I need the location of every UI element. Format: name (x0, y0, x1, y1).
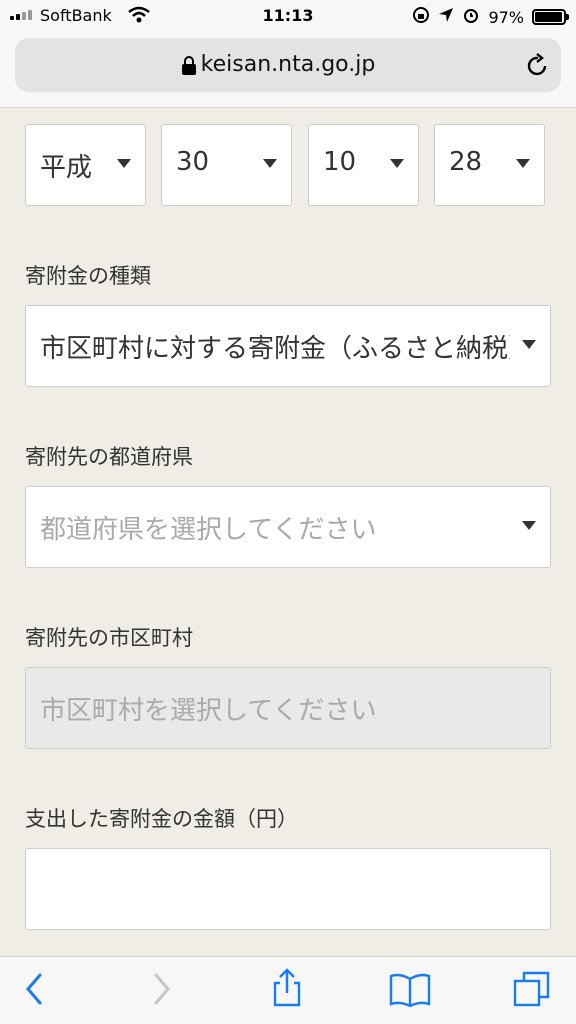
browser-toolbar (0, 956, 576, 1024)
rotation-lock-icon (412, 6, 430, 28)
forward-icon[interactable] (150, 971, 174, 1011)
era-value: 平成 (40, 153, 93, 183)
day-select[interactable]: 28 (434, 124, 545, 206)
chevron-down-icon (117, 159, 131, 168)
month-value: 10 (323, 147, 357, 177)
location-icon (438, 7, 454, 27)
status-bar: SoftBank 11:13 97% (0, 0, 576, 34)
status-right: 97% (412, 6, 569, 28)
prefecture-label: 寄附先の都道府県 (25, 445, 193, 469)
municipality-label: 寄附先の市区町村 (25, 626, 193, 650)
chevron-down-icon (522, 521, 536, 530)
share-icon[interactable] (270, 967, 304, 1013)
browser-topbar: SoftBank 11:13 97% keisan.nta.go.jp (0, 0, 576, 108)
donation-type-label: 寄附金の種類 (25, 264, 151, 288)
chevron-down-icon (390, 159, 404, 168)
back-icon[interactable] (22, 971, 46, 1011)
month-select[interactable]: 10 (308, 124, 419, 206)
tabs-icon[interactable] (512, 969, 552, 1013)
alarm-icon (462, 6, 480, 28)
amount-input[interactable] (25, 848, 551, 930)
day-value: 28 (449, 147, 483, 177)
chevron-down-icon (516, 159, 530, 168)
url-text: keisan.nta.go.jp (200, 52, 376, 77)
municipality-placeholder: 市区町村を選択してください (40, 696, 377, 726)
battery-percent: 97% (488, 7, 524, 27)
era-select[interactable]: 平成 (25, 124, 146, 206)
year-value: 30 (176, 147, 210, 177)
bookmarks-icon[interactable] (388, 971, 432, 1011)
reload-icon[interactable] (525, 52, 549, 82)
year-select[interactable]: 30 (161, 124, 292, 206)
prefecture-placeholder: 都道府県を選択してください (40, 515, 377, 545)
battery-icon (532, 9, 569, 25)
chevron-down-icon (263, 159, 277, 168)
municipality-select[interactable]: 市区町村を選択してください (25, 667, 551, 749)
address-bar[interactable]: keisan.nta.go.jp (15, 38, 561, 92)
prefecture-select[interactable]: 都道府県を選択してください (25, 486, 551, 568)
amount-label: 支出した寄附金の金額（円） (25, 807, 298, 831)
donation-type-value: 市区町村に対する寄附金（ふるさと納税） (40, 334, 510, 364)
chevron-down-icon (522, 340, 536, 349)
donation-type-select[interactable]: 市区町村に対する寄附金（ふるさと納税） (25, 305, 551, 387)
